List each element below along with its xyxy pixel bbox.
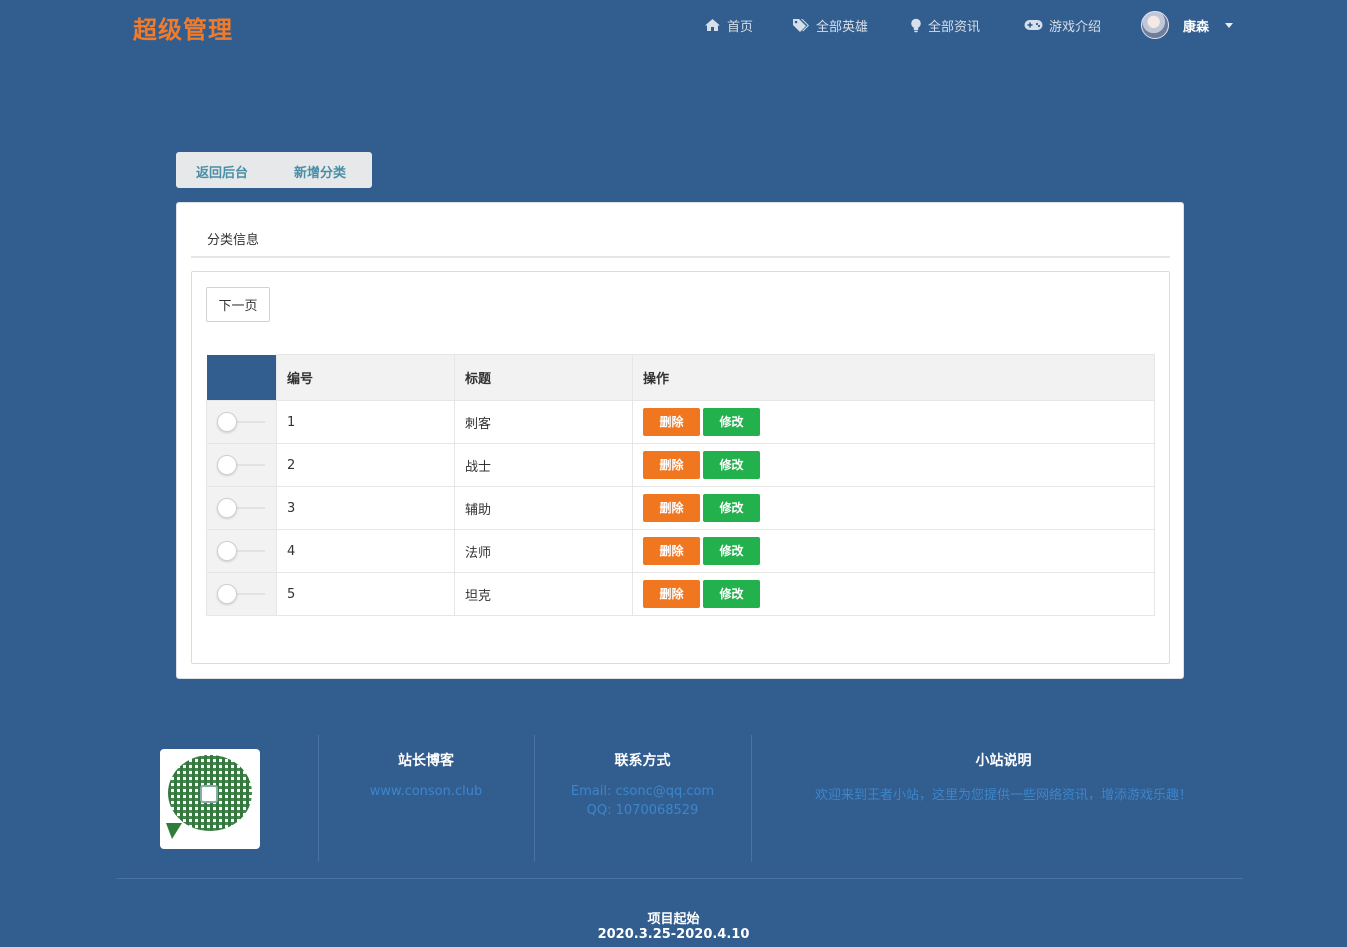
action-tabs: 返回后台 新增分类 [176, 152, 372, 188]
lightbulb-icon [910, 18, 922, 33]
cell-title: 坦克 [454, 572, 633, 616]
edit-button[interactable]: 修改 [703, 451, 760, 479]
contact-email[interactable]: Email: csonc@qq.com [534, 784, 751, 799]
nav-games-label: 游戏介绍 [1049, 19, 1102, 35]
table-panel: 下一页 编号 标题 操作 1 刺客 删除 修改 2 战士 删除 修改 3 辅助 删除 修改 4 法师 删除修… [191, 271, 1170, 664]
delete-button[interactable]: 删除 [643, 451, 700, 479]
cell-title: 法师 [454, 529, 633, 573]
qr-code-image [160, 749, 260, 849]
toggle-knob [217, 584, 237, 604]
delete-button[interactable]: 删除 [643, 408, 700, 436]
nav-heroes[interactable]: 全部英雄 [792, 14, 868, 36]
cell-id: 3 [276, 486, 455, 530]
row-select-cell [206, 443, 277, 487]
user-menu[interactable]: 康森 [1141, 11, 1234, 39]
user-name: 康森 [1183, 19, 1210, 35]
contact-heading: 联系方式 [614, 753, 671, 769]
next-page-button[interactable]: 下一页 [206, 287, 270, 322]
delete-button[interactable]: 删除 [643, 580, 700, 608]
edit-button[interactable]: 修改 [703, 537, 760, 565]
table-row: 5 坦克 删除 修改 [206, 572, 1155, 616]
cell-actions: 删除 修改 [632, 400, 1155, 444]
row-toggle[interactable] [217, 412, 265, 432]
project-dates: 2020.3.25-2020.4.10 [597, 927, 750, 942]
back-to-admin-tab[interactable]: 返回后台 [196, 162, 248, 181]
table-row: 1 刺客 删除 修改 [206, 400, 1155, 444]
row-toggle[interactable] [217, 498, 265, 518]
nav-home[interactable]: 首页 [704, 14, 753, 36]
nav-home-label: 首页 [727, 19, 754, 35]
edit-button[interactable]: 修改 [703, 580, 760, 608]
caret-down-icon [1225, 22, 1234, 28]
about-heading: 小站说明 [975, 753, 1032, 769]
contact-qq: QQ: 1070068529 [586, 803, 699, 818]
cell-id: 2 [276, 443, 455, 487]
cell-actions: 删除 修改 [632, 486, 1155, 530]
row-select-cell [206, 400, 277, 444]
avatar [1141, 11, 1169, 39]
nav-heroes-label: 全部英雄 [816, 19, 869, 35]
edit-button[interactable]: 修改 [703, 494, 760, 522]
home-icon [704, 18, 721, 32]
toggle-knob [217, 412, 237, 432]
row-toggle[interactable] [217, 541, 265, 561]
row-select-cell [206, 572, 277, 616]
add-category-tab[interactable]: 新增分类 [294, 162, 346, 181]
toggle-knob [217, 498, 237, 518]
nav-games[interactable]: 游戏介绍 [1024, 14, 1101, 36]
delete-button[interactable]: 删除 [643, 537, 700, 565]
gamepad-icon [1024, 19, 1043, 31]
delete-button[interactable]: 删除 [643, 494, 700, 522]
category-table: 编号 标题 操作 1 刺客 删除 修改 2 战士 删除 修改 3 辅助 删除 修改 4 法师 删除 修改 5 坦克… [206, 354, 1155, 616]
title-divider [191, 256, 1170, 258]
about-text: 欢迎来到王者小站，这里为您提供一些网络资讯，增添游戏乐趣！ [814, 788, 1192, 803]
cell-id: 1 [276, 400, 455, 444]
cell-title: 刺客 [454, 400, 633, 444]
table-row: 4 法师 删除 修改 [206, 529, 1155, 573]
nav-news-label: 全部资讯 [928, 19, 981, 35]
row-select-cell [206, 486, 277, 530]
qr-bubble-tail [166, 823, 182, 839]
row-toggle[interactable] [217, 455, 265, 475]
row-select-cell [206, 529, 277, 573]
table-row: 2 战士 删除 修改 [206, 443, 1155, 487]
card-title: 分类信息 [207, 233, 260, 248]
table-row: 3 辅助 删除 修改 [206, 486, 1155, 530]
blog-link[interactable]: www.conson.club [318, 784, 534, 799]
project-label: 项目起始 [647, 912, 700, 927]
column-header-actions: 操作 [632, 354, 1155, 401]
qr-center-logo [200, 785, 218, 803]
toggle-knob [217, 455, 237, 475]
category-card: 分类信息 下一页 编号 标题 操作 1 刺客 删除 修改 2 战士 删除 修改 3 辅助 删除 修改 4… [176, 202, 1184, 679]
cell-actions: 删除 修改 [632, 443, 1155, 487]
cell-id: 5 [276, 572, 455, 616]
column-header-id: 编号 [276, 354, 455, 401]
brand-logo[interactable]: 超级管理 [133, 10, 233, 45]
column-header-title: 标题 [454, 354, 633, 401]
cell-id: 4 [276, 529, 455, 573]
cell-actions: 删除 修改 [632, 572, 1155, 616]
cell-title: 辅助 [454, 486, 633, 530]
row-toggle[interactable] [217, 584, 265, 604]
tags-icon [792, 18, 810, 32]
toggle-knob [217, 541, 237, 561]
blog-heading: 站长博客 [398, 753, 454, 769]
footer-rule [116, 878, 1243, 879]
table-header-row: 编号 标题 操作 [206, 354, 1155, 401]
edit-button[interactable]: 修改 [703, 408, 760, 436]
cell-title: 战士 [454, 443, 633, 487]
cell-actions: 删除 修改 [632, 529, 1155, 573]
select-column-header [206, 354, 277, 401]
nav-news[interactable]: 全部资讯 [910, 14, 980, 36]
